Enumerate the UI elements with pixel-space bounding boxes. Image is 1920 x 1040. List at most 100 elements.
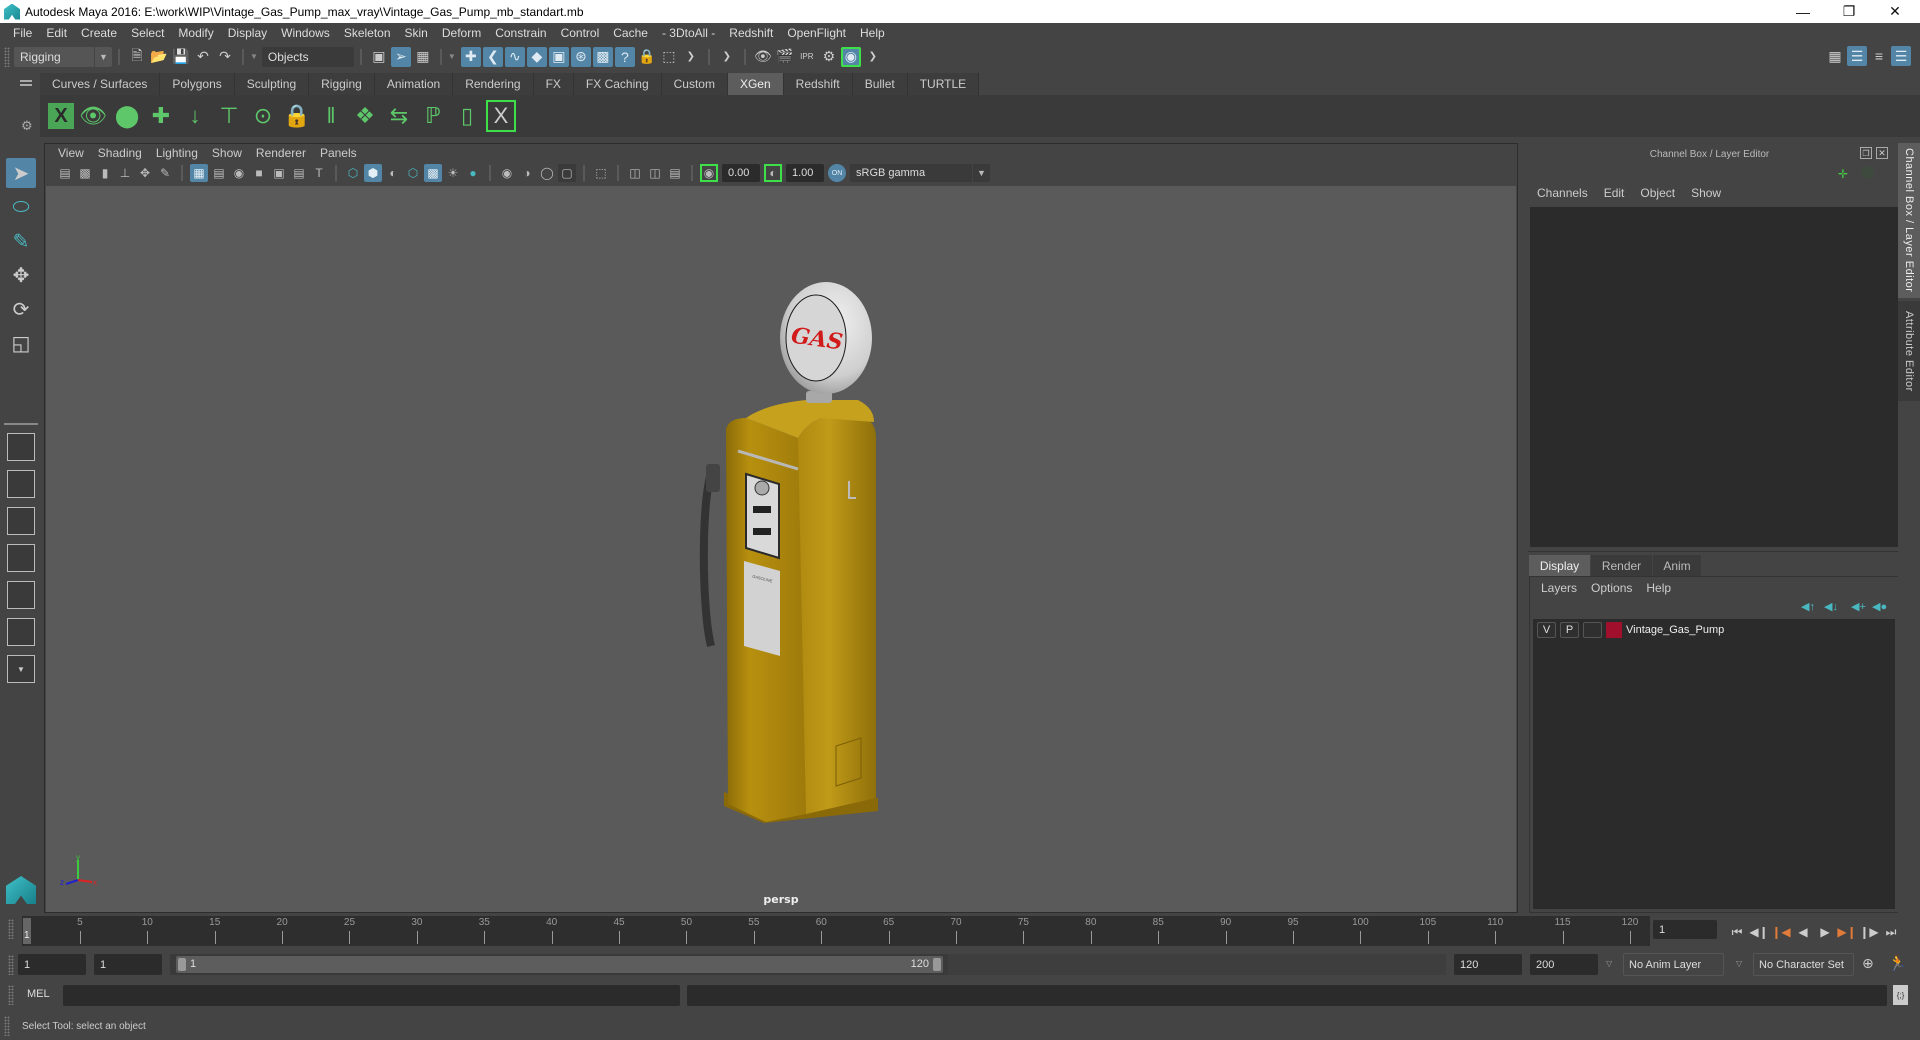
layer-color-swatch[interactable] — [1606, 622, 1622, 638]
tool-settings-icon[interactable]: ≡ — [1869, 46, 1889, 66]
menu-file[interactable]: File — [6, 26, 39, 40]
redo-icon[interactable]: ↷ — [215, 47, 235, 67]
new-scene-icon[interactable]: 🗎 — [127, 47, 147, 67]
xgen-select-guide-icon[interactable]: ℙ — [418, 100, 448, 132]
drag-handle[interactable] — [8, 919, 14, 939]
help-menu[interactable]: Help — [1639, 581, 1678, 595]
step-forward-frame-icon[interactable]: ▶❙ — [1837, 921, 1856, 943]
anim-layer-dropdown[interactable]: No Anim Layer — [1623, 953, 1724, 976]
menu-select[interactable]: Select — [124, 26, 171, 40]
gamma-field[interactable]: 1.00 — [786, 164, 824, 182]
menu-3dtoall[interactable]: - 3DtoAll - — [655, 26, 722, 40]
menu-redshift[interactable]: Redshift — [722, 26, 780, 40]
xgen-split-guide-icon[interactable]: ‖ — [316, 100, 346, 132]
wireframe-icon[interactable]: ⬡ — [344, 164, 362, 182]
help-icon[interactable]: ? — [614, 46, 635, 67]
xgen-add-guide-icon[interactable]: ✚ — [146, 100, 176, 132]
close-button[interactable]: ✕ — [1872, 0, 1918, 23]
paint-select-tool-icon[interactable]: ✎ — [6, 226, 36, 256]
chevron-right-icon[interactable]: ❯ — [681, 47, 701, 67]
snap-live-icon[interactable]: ▣ — [548, 46, 569, 67]
xray-joints-icon[interactable]: ▤ — [666, 164, 684, 182]
drag-handle[interactable] — [4, 1016, 10, 1036]
snap-curve-icon[interactable]: ❮ — [482, 46, 503, 67]
menu-openflight[interactable]: OpenFlight — [780, 26, 853, 40]
lock-icon[interactable]: 🔒 — [637, 47, 657, 67]
side-tab-attribute-editor[interactable]: Attribute Editor — [1898, 301, 1920, 401]
script-editor-icon[interactable]: {;} — [1893, 985, 1908, 1005]
shelf-tab-custom[interactable]: Custom — [661, 73, 728, 95]
layout-hypershade-persp-icon[interactable] — [7, 581, 35, 609]
gamma-icon[interactable]: ◐ — [764, 164, 782, 182]
layout-single-perspective-icon[interactable] — [7, 433, 35, 461]
step-forward-key-icon[interactable]: ❙▶ — [1859, 921, 1878, 943]
new-empty-layer-icon[interactable]: ◀+ — [1851, 600, 1866, 613]
chevron-right-icon[interactable]: ❯ — [863, 47, 883, 67]
move-layer-up-icon[interactable]: ◀↑ — [1801, 600, 1815, 613]
camera-select-icon[interactable]: ▤ — [56, 164, 74, 182]
go-to-start-icon[interactable]: ⏮ — [1728, 921, 1746, 943]
menu-create[interactable]: Create — [74, 26, 124, 40]
character-set-dropdown[interactable]: No Character Set — [1753, 953, 1854, 976]
depth-of-field-icon[interactable]: ▢ — [558, 164, 576, 182]
film-gate-icon[interactable]: ▤ — [210, 164, 228, 182]
menu-constrain[interactable]: Constrain — [488, 26, 553, 40]
smooth-shade-icon[interactable]: ⬢ — [364, 164, 382, 182]
go-to-end-icon[interactable]: ⏭ — [1882, 921, 1900, 943]
xgen-preview-icon[interactable]: 👁 — [78, 100, 108, 132]
panel-menu-lighting[interactable]: Lighting — [149, 146, 205, 160]
xgen-add-guide-tool-icon[interactable]: ⊤ — [214, 100, 244, 132]
panel-menu-shading[interactable]: Shading — [91, 146, 149, 160]
ipr-render-icon[interactable]: IPR — [797, 47, 817, 67]
render-view-icon[interactable]: ▩ — [592, 46, 613, 67]
save-scene-icon[interactable]: 💾 — [171, 47, 191, 67]
menu-help[interactable]: Help — [853, 26, 892, 40]
camera-attributes-icon[interactable]: ▩ — [76, 164, 94, 182]
bookmark-icon[interactable]: ▮ — [96, 164, 114, 182]
shelf-tab-turtle[interactable]: TURTLE — [907, 73, 980, 95]
mel-command-input[interactable] — [63, 985, 680, 1006]
attribute-editor-toggle-icon[interactable]: ☰ — [1847, 46, 1867, 66]
range-end-grip[interactable] — [933, 958, 941, 971]
layout-persp-graph-outliner-icon[interactable] — [7, 618, 35, 646]
xray-active-components-icon[interactable]: ◫ — [646, 164, 664, 182]
menu-control[interactable]: Control — [554, 26, 607, 40]
layer-visibility-toggle[interactable]: V — [1537, 622, 1556, 638]
undo-icon[interactable]: ↶ — [193, 47, 213, 67]
drag-handle[interactable] — [8, 985, 14, 1005]
shelf-tab-polygons[interactable]: Polygons — [160, 73, 235, 95]
snap-vertices-icon[interactable]: ⊛ — [570, 46, 591, 67]
xgen-flip-guide-icon[interactable]: ⇆ — [384, 100, 414, 132]
menu-windows[interactable]: Windows — [274, 26, 337, 40]
select-hierarchy-icon[interactable]: ▣ — [369, 47, 389, 67]
shelf-tab-redshift[interactable]: Redshift — [783, 73, 853, 95]
select-tool-icon[interactable]: ➤ — [6, 158, 36, 188]
anti-aliasing-icon[interactable]: ◯ — [538, 164, 556, 182]
xgen-guide-outline-icon[interactable]: ▯ — [452, 100, 482, 132]
hypershade-icon[interactable]: ◉ — [840, 46, 861, 67]
shelf-tab-curves-surfaces[interactable]: Curves / Surfaces — [40, 73, 161, 95]
options-menu[interactable]: Options — [1584, 581, 1639, 595]
exposure-field[interactable]: 0.00 — [722, 164, 760, 182]
xgen-pattern-icon[interactable]: ❖ — [350, 100, 380, 132]
new-layer-from-selection-icon[interactable]: ◀● — [1872, 600, 1887, 613]
command-language-label[interactable]: MEL — [27, 988, 50, 1000]
image-plane-icon[interactable]: ⊥ — [116, 164, 134, 182]
selection-mode-field[interactable]: Objects — [261, 46, 354, 67]
render-view-window-icon[interactable]: 👁 — [753, 47, 773, 67]
manipulator-axis-icon[interactable]: ✛ — [1838, 167, 1848, 181]
scale-tool-icon[interactable]: ◱ — [6, 328, 36, 358]
menu-skin[interactable]: Skin — [398, 26, 435, 40]
menu-modify[interactable]: Modify — [171, 26, 220, 40]
animation-end-field[interactable]: 200 — [1530, 954, 1598, 975]
move-tool-icon[interactable]: ✥ — [6, 260, 36, 290]
chevron-down-icon[interactable]: ▼ — [250, 52, 258, 61]
snap-view-plane-icon[interactable]: ◆ — [526, 46, 547, 67]
grease-pencil-icon[interactable]: ✎ — [156, 164, 174, 182]
xgen-window-icon[interactable]: X — [48, 103, 74, 129]
layout-outliner-persp-icon[interactable] — [7, 507, 35, 535]
animation-start-field[interactable]: 1 — [18, 954, 86, 975]
snap-grid-icon[interactable]: ✚ — [460, 46, 481, 67]
color-management-toggle-icon[interactable]: ON — [828, 164, 846, 182]
color-space-dropdown[interactable]: sRGB gamma ▼ — [850, 164, 990, 182]
